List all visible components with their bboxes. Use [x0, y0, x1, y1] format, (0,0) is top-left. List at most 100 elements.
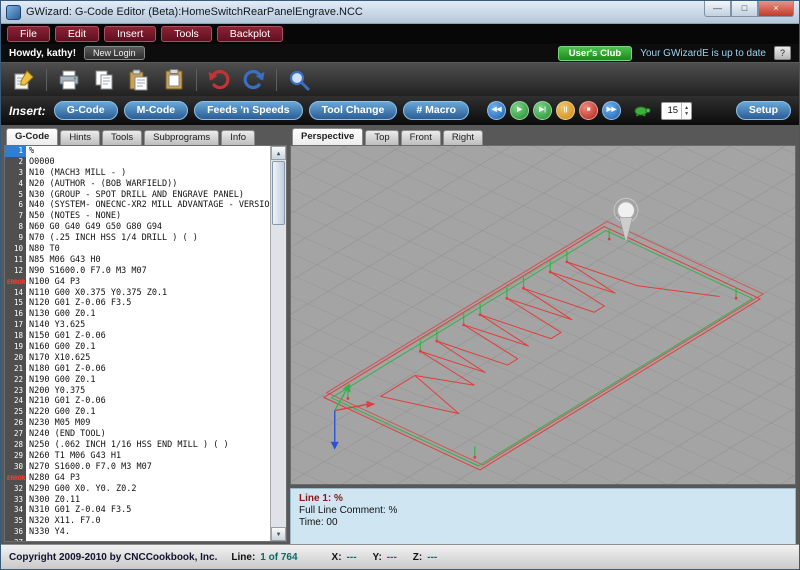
gcode-line[interactable]: 8 N60 G0 G40 G49 G50 G80 G94 [5, 222, 271, 233]
step-button[interactable]: ▶| [533, 101, 552, 120]
gcode-line[interactable]: 3 N10 (MACH3 MILL - ) [5, 168, 271, 179]
new-login-button[interactable]: New Login [84, 46, 145, 60]
gcode-line[interactable]: 23 N200 Y0.375 [5, 386, 271, 397]
gcode-line[interactable]: 35 N320 X11. F7.0 [5, 516, 271, 527]
x-value: --- [347, 552, 357, 563]
main-toolbar [1, 62, 799, 96]
gcode-line[interactable]: 24 N210 G01 Z-0.06 [5, 396, 271, 407]
editor-tab[interactable]: Hints [60, 130, 100, 145]
gcode-line[interactable]: 27 N240 (END TOOL) [5, 429, 271, 440]
menu-item[interactable]: Tools [161, 26, 212, 42]
gcode-line[interactable]: 28 N250 (.062 INCH 1/16 HSS END MILL ) (… [5, 440, 271, 451]
speed-spinner[interactable]: 15 ▲ ▼ [661, 102, 692, 120]
redo-icon[interactable] [241, 67, 267, 93]
line-number: 5 [5, 190, 26, 201]
scrollbar-thumb[interactable] [272, 161, 285, 225]
line-text: N170 X10.625 [26, 353, 271, 364]
line-number: 24 [5, 396, 26, 407]
clipboard-icon[interactable] [161, 67, 187, 93]
gcode-line[interactable]: 12 N90 S1600.0 F7.0 M3 M07 [5, 266, 271, 277]
gcode-line[interactable]: 6 N40 (SYSTEM- ONECNC-XR2 MILL ADVANTAGE… [5, 200, 271, 211]
gcode-line[interactable]: 21 N180 G01 Z-0.06 [5, 364, 271, 375]
insert-button[interactable]: G-Code [54, 101, 118, 120]
maximize-button[interactable]: □ [731, 1, 758, 17]
scroll-down-arrow[interactable]: ▼ [271, 527, 286, 541]
pause-button[interactable]: || [556, 101, 575, 120]
gcode-editor[interactable]: 1 % 2 O0000 3 N10 (MACH3 MILL - ) 4 N20 … [4, 145, 287, 542]
backplot-view[interactable] [290, 145, 796, 485]
gcode-line[interactable]: 14 N110 G00 X0.375 Y0.375 Z0.1 [5, 288, 271, 299]
menu-item[interactable]: Insert [104, 26, 156, 42]
gcode-line[interactable]: 36 N330 Y4. [5, 527, 271, 538]
minimize-button[interactable]: — [704, 1, 731, 17]
line-text: N220 G00 Z0.1 [26, 407, 271, 418]
gcode-line[interactable]: 9 N70 (.25 INCH HSS 1/4 DRILL ) ( ) [5, 233, 271, 244]
gcode-line[interactable]: 10 N80 T0 [5, 244, 271, 255]
gcode-line[interactable]: ERROR N280 G4 P3 [5, 473, 271, 484]
menu-item[interactable]: File [7, 26, 50, 42]
speed-down-arrow[interactable]: ▼ [682, 111, 691, 117]
editor-tab[interactable]: Subprograms [144, 130, 219, 145]
backplot-canvas [291, 146, 795, 484]
gcode-line[interactable]: 19 N160 G00 Z0.1 [5, 342, 271, 353]
stop-button[interactable]: ■ [579, 101, 598, 120]
gcode-line[interactable]: 5 N30 (GROUP - SPOT DRILL AND ENGRAVE PA… [5, 190, 271, 201]
copy-icon[interactable] [91, 67, 117, 93]
line-number: ERROR [5, 277, 26, 288]
gcode-line[interactable]: 11 N85 M06 G43 H0 [5, 255, 271, 266]
users-club-button[interactable]: User's Club [558, 46, 632, 61]
print-icon[interactable] [56, 67, 82, 93]
scroll-up-arrow[interactable]: ▲ [271, 146, 286, 160]
editor-tab[interactable]: Info [221, 130, 255, 145]
gcode-line[interactable]: 34 N310 G01 Z-0.04 F3.5 [5, 505, 271, 516]
gcode-line[interactable]: 30 N270 S1600.0 F7.0 M3 M07 [5, 462, 271, 473]
insert-button[interactable]: Feeds 'n Speeds [194, 101, 302, 120]
gcode-line[interactable]: 4 N20 (AUTHOR - (BOB WARFIELD)) [5, 179, 271, 190]
line-number: 32 [5, 484, 26, 495]
undo-icon[interactable] [206, 67, 232, 93]
gcode-line[interactable]: 32 N290 G00 X0. Y0. Z0.2 [5, 484, 271, 495]
line-text: N100 G4 P3 [26, 277, 271, 288]
transport-controls: ◀◀ ▶ ▶| || ■ ▶▶ [487, 101, 621, 120]
gcode-line[interactable]: 18 N150 G01 Z-0.06 [5, 331, 271, 342]
gcode-line[interactable]: 17 N140 Y3.625 [5, 320, 271, 331]
backplot-tab[interactable]: Right [443, 130, 483, 145]
line-text: N30 (GROUP - SPOT DRILL AND ENGRAVE PANE… [26, 190, 271, 201]
gcode-line[interactable]: 29 N260 T1 M06 G43 H1 [5, 451, 271, 462]
gcode-line[interactable]: 2 O0000 [5, 157, 271, 168]
gcode-line[interactable]: 1 % [5, 146, 271, 157]
gcode-line[interactable]: 33 N300 Z0.11 [5, 495, 271, 506]
gcode-line[interactable]: 22 N190 G00 Z0.1 [5, 375, 271, 386]
insert-button[interactable]: M-Code [124, 101, 189, 120]
fast-forward-button[interactable]: ▶▶ [602, 101, 621, 120]
menu-item[interactable]: Backplot [217, 26, 283, 42]
gcode-line[interactable]: 37 [5, 538, 271, 541]
backplot-tab[interactable]: Front [401, 130, 441, 145]
line-text: N180 G01 Z-0.06 [26, 364, 271, 375]
help-button[interactable]: ? [774, 46, 791, 60]
update-status-text: Your GWizardE is up to date [640, 48, 766, 59]
insert-button[interactable]: Tool Change [309, 101, 398, 120]
line-number: 36 [5, 527, 26, 538]
editor-tab[interactable]: Tools [102, 130, 142, 145]
insert-button[interactable]: # Macro [403, 101, 469, 120]
gcode-line[interactable]: 25 N220 G00 Z0.1 [5, 407, 271, 418]
editor-scrollbar[interactable]: ▲ ▼ [270, 146, 286, 541]
setup-button[interactable]: Setup [736, 101, 791, 120]
rewind-button[interactable]: ◀◀ [487, 101, 506, 120]
edit-icon[interactable] [11, 67, 37, 93]
menu-item[interactable]: Edit [55, 26, 99, 42]
gcode-line[interactable]: 7 N50 (NOTES - NONE) [5, 211, 271, 222]
gcode-line[interactable]: 16 N130 G00 Z0.1 [5, 309, 271, 320]
gcode-line[interactable]: 20 N170 X10.625 [5, 353, 271, 364]
close-button[interactable]: × [758, 1, 794, 17]
gcode-line[interactable]: 15 N120 G01 Z-0.06 F3.5 [5, 298, 271, 309]
search-icon[interactable] [286, 67, 312, 93]
gcode-line[interactable]: ERROR N100 G4 P3 [5, 277, 271, 288]
backplot-tab[interactable]: Perspective [292, 128, 363, 145]
play-button[interactable]: ▶ [510, 101, 529, 120]
gcode-line[interactable]: 26 N230 M05 M09 [5, 418, 271, 429]
editor-tab[interactable]: G-Code [6, 128, 58, 145]
backplot-tab[interactable]: Top [365, 130, 398, 145]
paste-icon[interactable] [126, 67, 152, 93]
